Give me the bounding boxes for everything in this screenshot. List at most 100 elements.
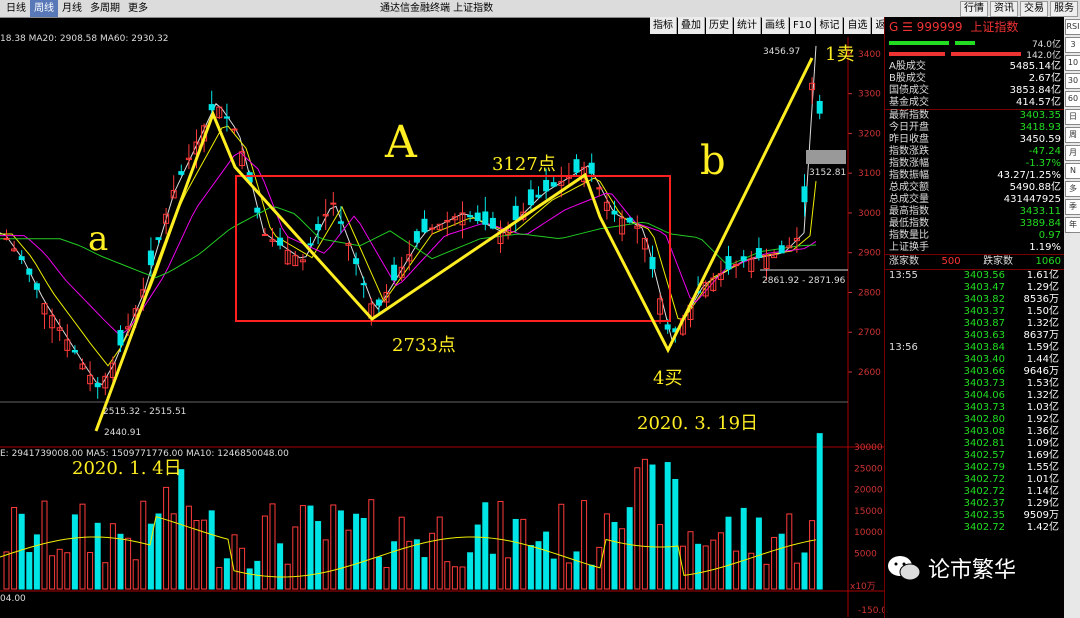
candle-body (467, 215, 474, 218)
sidebar-button[interactable]: 10 (1065, 55, 1080, 71)
trade-time (889, 306, 941, 318)
volume-bar (588, 564, 595, 590)
trade-price: 3402.37 (963, 498, 1005, 509)
menu-news[interactable]: 资讯 (990, 1, 1018, 17)
sidebar-button[interactable]: 年 (1065, 217, 1080, 233)
trade-time (889, 474, 941, 486)
candle-body (482, 211, 489, 225)
volume-bar (816, 433, 823, 590)
trade-row: 3402.72 1.14亿 (885, 486, 1065, 498)
volume-bar (793, 562, 800, 590)
trade-time (889, 510, 941, 522)
volume-bar (170, 513, 177, 590)
volume-bar (505, 557, 512, 590)
volume-bar (413, 539, 420, 590)
sidebar-button[interactable]: N (1065, 163, 1080, 179)
trade-time (889, 354, 941, 366)
tab-day[interactable]: 日线 (2, 0, 30, 17)
volume-bar (786, 513, 793, 590)
trade-row: 3403.37 1.50亿 (885, 306, 1065, 318)
trade-amount: 1.03亿 (1026, 402, 1059, 413)
menu-market[interactable]: 行情 (960, 1, 988, 17)
sidebar-button[interactable]: 季 (1065, 199, 1080, 215)
sidebar-button[interactable]: 3 (1065, 37, 1080, 53)
candle-body (315, 223, 322, 231)
trade-time (889, 282, 941, 294)
candle-body (664, 324, 671, 330)
volume-bar (801, 552, 808, 590)
stat-label: B股成交 (889, 73, 926, 84)
trade-time (889, 522, 941, 534)
sidebar-button[interactable]: RSI (1065, 19, 1080, 35)
index-stat-row: 总成交额 5490.88亿 (885, 182, 1065, 194)
volume-bar (809, 520, 816, 590)
trade-price: 3403.47 (963, 282, 1005, 293)
volume-bar (368, 499, 375, 590)
trade-time (889, 330, 941, 342)
sidebar-button[interactable]: 日 (1065, 109, 1080, 125)
trade-price: 3403.56 (963, 270, 1005, 281)
watermark: 论市繁华 (886, 552, 1016, 584)
menu-service[interactable]: 服务 (1050, 1, 1078, 17)
trade-time (889, 462, 941, 474)
stat-label: 最新指数 (889, 110, 929, 121)
volume-bar (11, 506, 18, 590)
stat-value: 3389.84 (1019, 218, 1061, 229)
volume-bar (87, 551, 94, 590)
sidebar-button[interactable]: 月 (1065, 145, 1080, 161)
candle-body (353, 258, 360, 265)
tab-week[interactable]: 周线 (30, 0, 58, 17)
trade-row: 3403.73 1.03亿 (885, 402, 1065, 414)
stat-label: 总成交额 (889, 182, 929, 193)
volume-bar (543, 531, 550, 590)
volume-bars-summary: 74.0亿 142.0亿 (885, 37, 1065, 61)
bar-red-1 (889, 52, 945, 56)
candle-body (474, 212, 481, 221)
quote-panel: G ☰ 999999 上证指数 74.0亿 142.0亿 A股成交 5485.14… (884, 17, 1065, 618)
candle-body (117, 329, 124, 346)
volume-bar (710, 539, 717, 590)
trade-row: 3403.08 1.36亿 (885, 426, 1065, 438)
trade-row: 3403.82 8536万 (885, 294, 1065, 306)
up-count: 500 (941, 256, 961, 267)
stat-label: 指数涨幅 (889, 158, 929, 169)
window-title: 通达信金融终端 上证指数 (380, 3, 494, 14)
stat-label: 总成交量 (889, 194, 929, 205)
volume-tick: 15000 (854, 507, 883, 517)
candle-body (588, 162, 595, 174)
volume-bar (626, 507, 633, 590)
tab-multi-period[interactable]: 多周期 (86, 0, 124, 17)
trade-time (889, 486, 941, 498)
trade-row: 3404.06 1.32亿 (885, 390, 1065, 402)
sidebar-button[interactable]: 60 (1065, 91, 1080, 107)
kline-chart[interactable]: a A b 3127点 2733点 4买 1卖 2020. 1. 4日 2020. 3. 19日… (0, 17, 884, 618)
candle-body (261, 233, 268, 236)
sidebar-button[interactable]: 多 (1065, 181, 1080, 197)
sidebar-button[interactable]: 30 (1065, 73, 1080, 89)
bottom-left-label: 04.00 (0, 594, 26, 604)
volume-bar (687, 531, 694, 590)
label-date2: 2020. 3. 19日 (637, 413, 758, 434)
volume-bar (649, 464, 656, 590)
trade-row: 3403.87 1.32亿 (885, 318, 1065, 330)
tick-trades: 13:55 3403.56 1.61亿 3403.47 1.29亿 3403.82 8536… (885, 269, 1065, 534)
tab-month[interactable]: 月线 (58, 0, 86, 17)
bar-green-2 (955, 41, 975, 45)
tab-more[interactable]: 更多 (124, 0, 152, 17)
trade-amount: 9646万 (1023, 366, 1059, 377)
stat-value: 3403.35 (1019, 110, 1061, 121)
volume-bar (451, 566, 458, 590)
menu-trade[interactable]: 交易 (1020, 1, 1048, 17)
volume-bar (18, 513, 25, 590)
candle-body (512, 205, 519, 221)
volume-bar (353, 513, 360, 590)
sidebar-button[interactable]: 周 (1065, 127, 1080, 143)
price-tick: 2800 (858, 288, 881, 298)
trade-amount: 8637万 (1023, 330, 1059, 341)
trade-price: 3403.87 (963, 318, 1005, 329)
index-stat-row: 指数振幅 43.27/1.25% (885, 170, 1065, 182)
price-box (806, 150, 846, 164)
stat-label: 上证换手 (889, 242, 929, 253)
volume-bar (489, 553, 496, 590)
volume-bar (573, 551, 580, 590)
